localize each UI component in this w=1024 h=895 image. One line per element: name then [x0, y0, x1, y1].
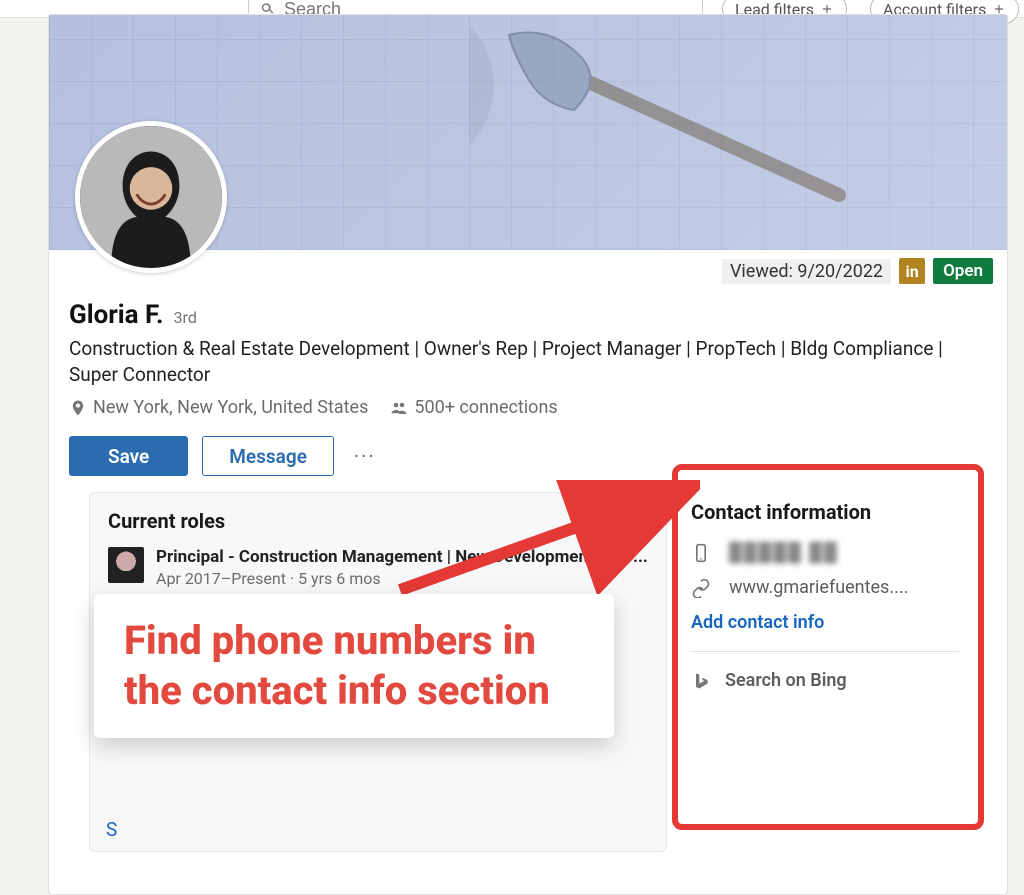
- avatar[interactable]: [75, 121, 227, 273]
- profile-card: Viewed: 9/20/2022 in Open Gloria F. 3rd …: [48, 14, 1008, 895]
- more-menu-button[interactable]: ···: [348, 444, 382, 468]
- add-contact-info-link[interactable]: Add contact info: [691, 612, 959, 633]
- people-icon: [390, 399, 408, 417]
- linkedin-icon: in: [899, 258, 925, 284]
- link-icon: [691, 578, 711, 598]
- contact-phone-blurred: █████ ██: [729, 542, 839, 563]
- contact-website: www.gmariefuentes....: [729, 577, 908, 598]
- search-bing-label: Search on Bing: [725, 670, 847, 691]
- role-item[interactable]: Principal - Construction Management | Ne…: [108, 547, 648, 588]
- role-subtitle: Apr 2017–Present · 5 yrs 6 mos: [156, 569, 648, 588]
- profile-location: New York, New York, United States: [93, 397, 368, 418]
- current-roles-heading: Current roles: [108, 509, 648, 533]
- phone-icon: [691, 543, 711, 563]
- location-pin-icon: [69, 399, 87, 417]
- open-badge: Open: [933, 258, 993, 284]
- role-avatar-thumb: [108, 547, 144, 583]
- save-button[interactable]: Save: [69, 436, 188, 476]
- contact-info-panel: Contact information █████ ██ www.gmarief…: [667, 492, 967, 852]
- connection-degree: 3rd: [174, 308, 197, 327]
- annotation-callout: Find phone numbers in the contact info s…: [94, 594, 614, 738]
- profile-connections: 500+ connections: [414, 397, 557, 418]
- role-title: Principal - Construction Management | Ne…: [156, 547, 648, 567]
- contact-phone-row: █████ ██: [691, 542, 959, 563]
- roles-expand-link[interactable]: S: [106, 818, 117, 841]
- search-bing-row[interactable]: Search on Bing: [691, 670, 959, 691]
- annotation-callout-text: Find phone numbers in the contact info s…: [124, 617, 550, 714]
- cover-illustration: [469, 25, 889, 225]
- profile-headline: Construction & Real Estate Development |…: [69, 336, 987, 387]
- divider: [691, 651, 959, 652]
- bing-icon: [691, 671, 711, 691]
- contact-info-heading: Contact information: [691, 500, 959, 524]
- viewed-badge: Viewed: 9/20/2022: [722, 259, 891, 284]
- profile-name: Gloria F.: [69, 300, 164, 330]
- contact-website-row[interactable]: www.gmariefuentes....: [691, 577, 959, 598]
- message-button[interactable]: Message: [202, 436, 334, 476]
